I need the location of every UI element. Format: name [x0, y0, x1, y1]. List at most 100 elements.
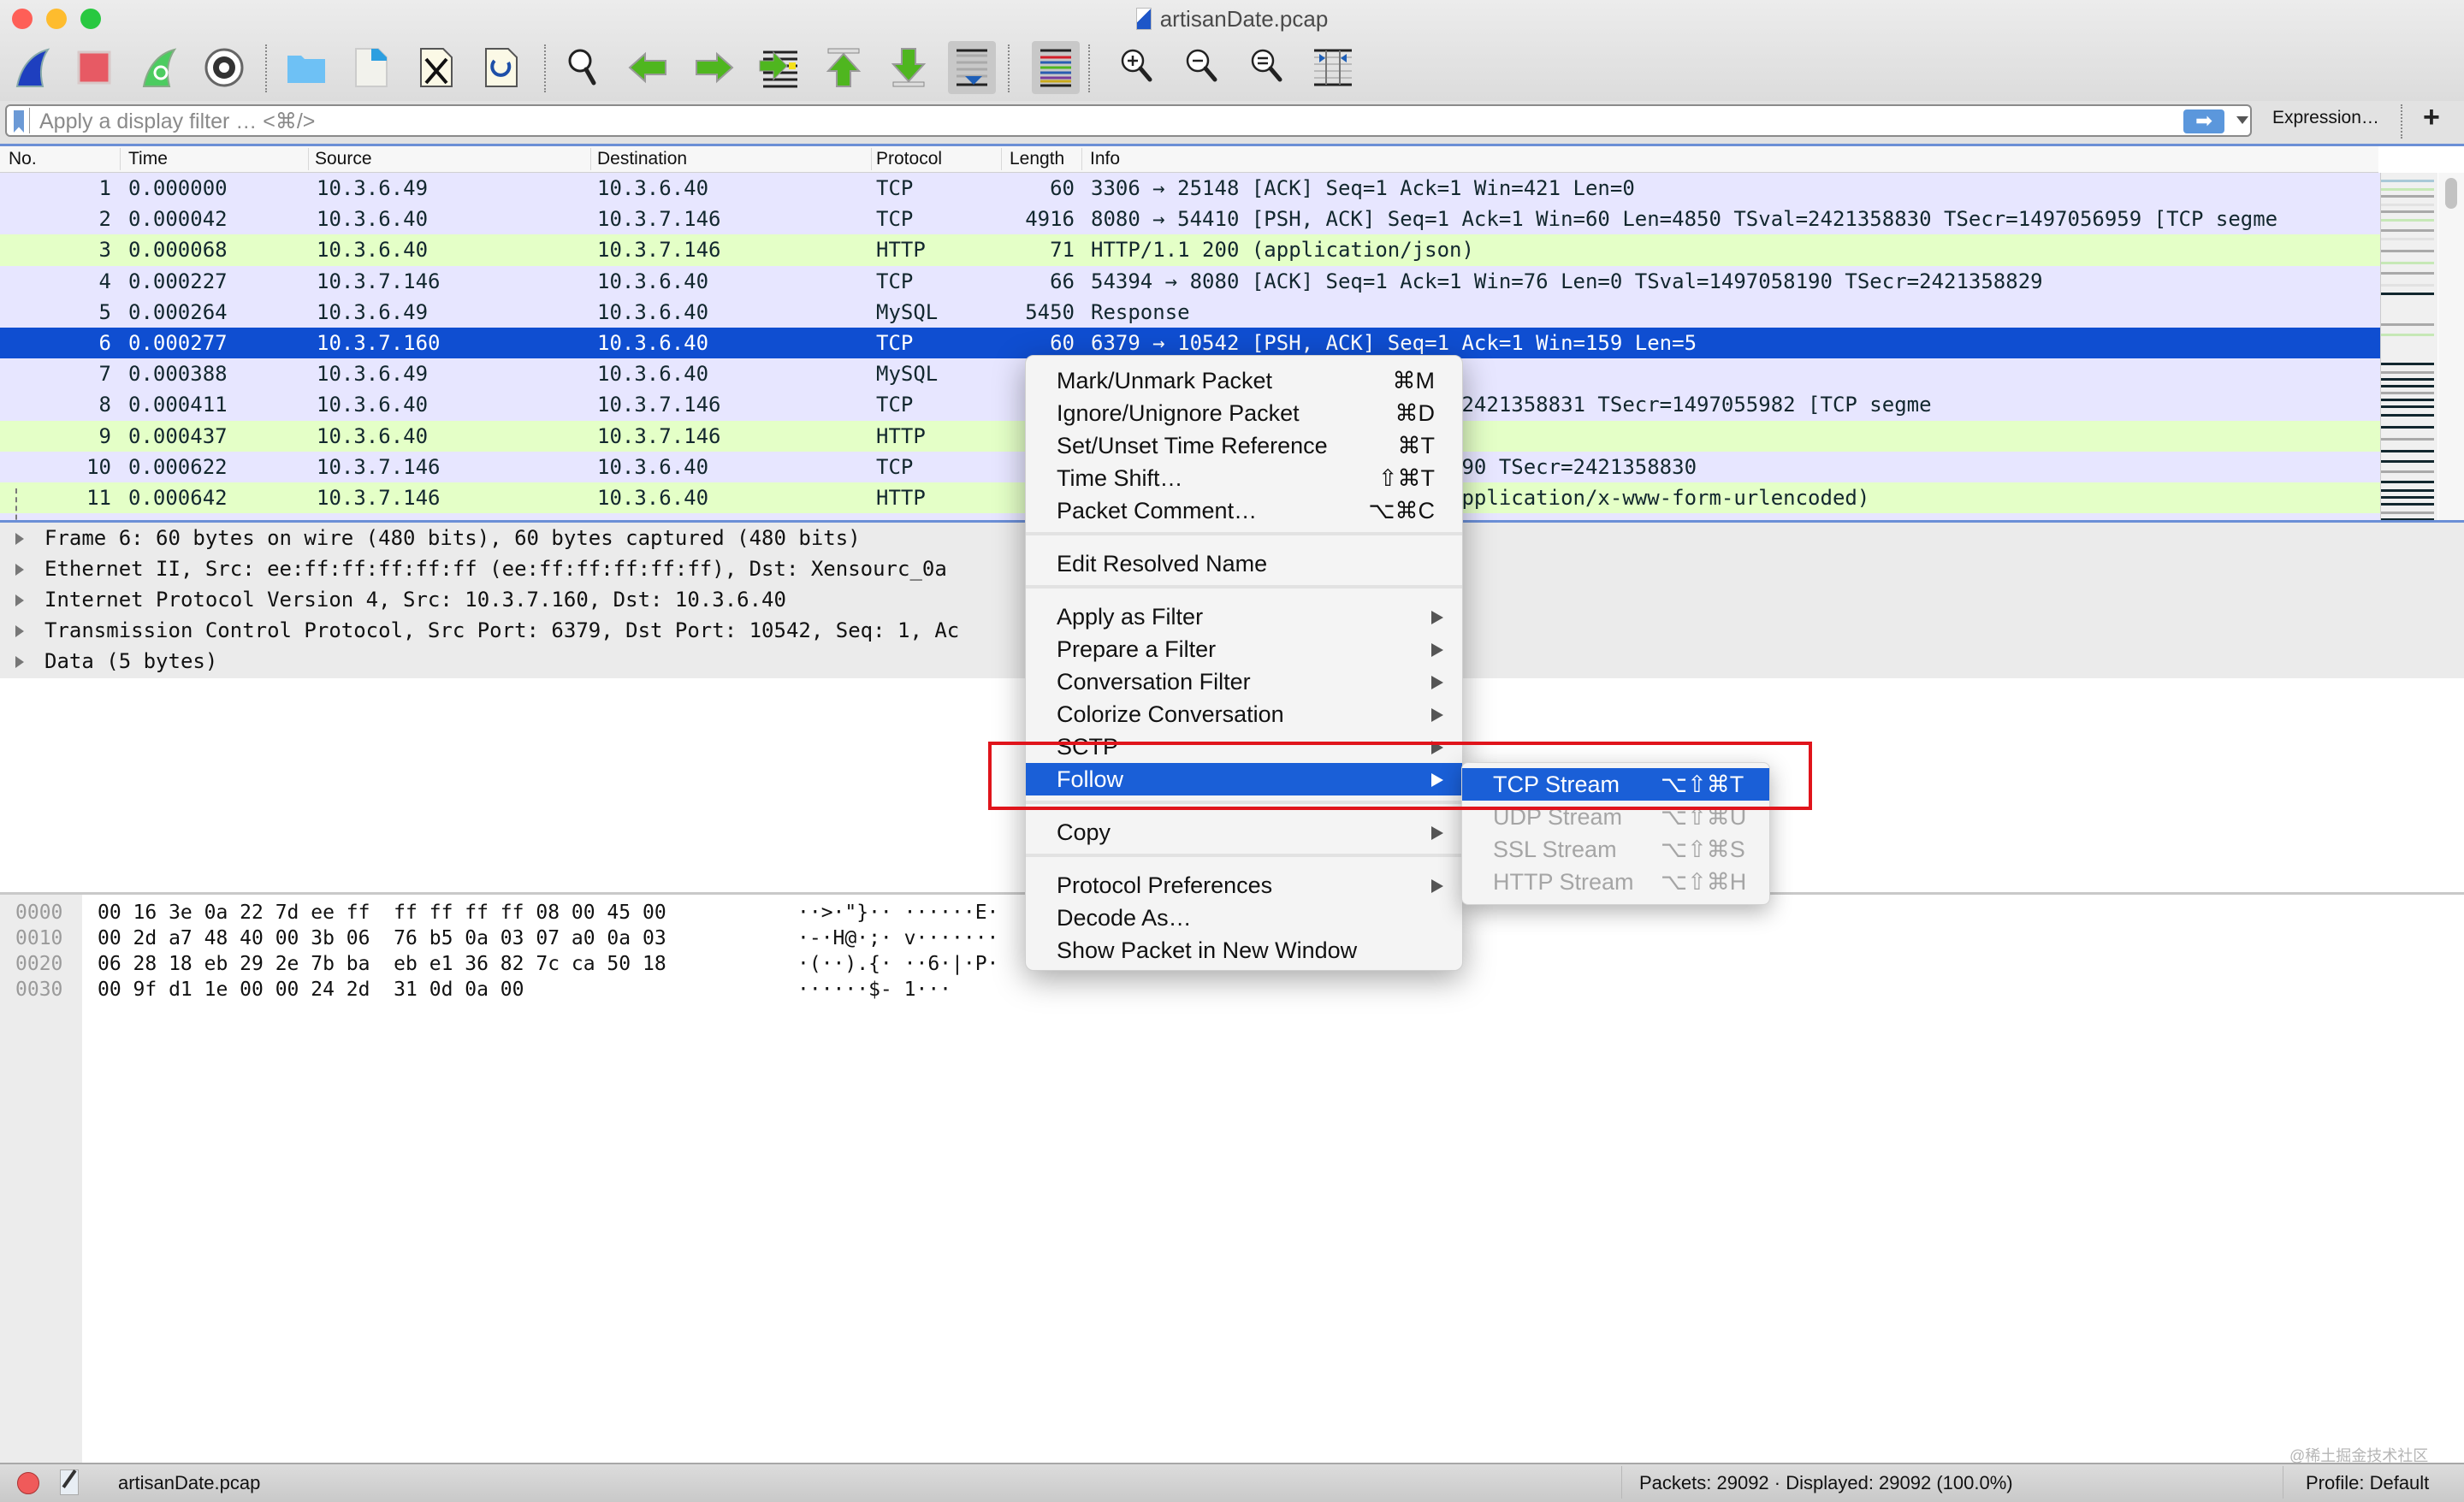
cell-no: 5 — [98, 299, 111, 324]
start-capture-button[interactable] — [9, 41, 56, 94]
menu-item-prepare-a-filter[interactable]: Prepare a Filter — [1026, 633, 1462, 665]
reload-file-button[interactable] — [477, 41, 525, 94]
packet-count: Packets: 29092 · Displayed: 29092 (100.0… — [1639, 1472, 2013, 1493]
packet-minimap[interactable] — [2380, 173, 2437, 523]
cell-src: 10.3.7.146 — [317, 269, 441, 293]
menu-item-edit-resolved-name[interactable]: Edit Resolved Name — [1026, 547, 1462, 580]
menu-item-label: Conversation Filter — [1057, 669, 1251, 695]
cell-dst: 10.3.6.40 — [597, 454, 709, 479]
menu-item-protocol-preferences[interactable]: Protocol Preferences — [1026, 869, 1462, 902]
expand-triangle-icon[interactable] — [15, 594, 24, 606]
hex-offset: 0020 — [15, 953, 63, 975]
column-header-info[interactable]: Info — [1090, 149, 1120, 169]
packet-row[interactable]: 2 0.000042 10.3.6.40 10.3.7.146 TCP 4916 8080 … — [0, 204, 2380, 235]
colorize-button[interactable] — [1032, 41, 1080, 94]
minimap-stripe — [2381, 363, 2434, 365]
cell-src: 10.3.6.49 — [317, 176, 429, 200]
expand-triangle-icon[interactable] — [15, 533, 24, 545]
bookmark-icon[interactable] — [14, 110, 24, 133]
save-file-button[interactable] — [347, 41, 395, 94]
minimap-stripe — [2381, 460, 2434, 463]
hex-ascii: ··>·"}·· ······E· — [797, 902, 999, 924]
packet-row-selected[interactable]: 6 0.000277 10.3.7.160 10.3.6.40 TCP 60 6379 → … — [0, 327, 2380, 359]
cell-len: 5450 — [1025, 299, 1075, 324]
minimap-stripe — [2381, 334, 2434, 336]
zoom-normal-button[interactable] — [1244, 41, 1292, 94]
go-last-button[interactable] — [885, 41, 933, 94]
minimap-stripe — [2381, 426, 2434, 429]
filter-history-dropdown-icon[interactable] — [2236, 116, 2248, 124]
go-back-button[interactable] — [625, 41, 672, 94]
menu-item-copy[interactable]: Copy — [1026, 816, 1462, 849]
packet-row[interactable]: 3 0.000068 10.3.6.40 10.3.7.146 HTTP 71 HTTP/1… — [0, 234, 2380, 266]
zoom-out-button[interactable] — [1179, 41, 1227, 94]
scrollbar-thumb[interactable] — [2445, 178, 2457, 209]
display-filter-input[interactable] — [38, 108, 2163, 135]
submenu-item-label: SSL Stream — [1493, 837, 1617, 862]
menu-item-packet-comment[interactable]: Packet Comment… ⌥⌘C — [1026, 494, 1462, 527]
menu-item-set-unset-time-reference[interactable]: Set/Unset Time Reference ⌘T — [1026, 429, 1462, 462]
expand-triangle-icon[interactable] — [15, 564, 24, 576]
packet-row[interactable]: 5 0.000264 10.3.6.49 10.3.6.40 MySQL 5450 Resp… — [0, 296, 2380, 328]
cell-no: 6 — [98, 330, 111, 355]
column-header-time[interactable]: Time — [128, 149, 168, 169]
profile-label[interactable]: Profile: Default — [2306, 1472, 2429, 1494]
cell-len: 4916 — [1025, 207, 1075, 232]
column-header-no[interactable]: No. — [9, 149, 37, 169]
column-header-source[interactable]: Source — [315, 149, 372, 169]
expand-triangle-icon[interactable] — [15, 656, 24, 668]
cell-len: 66 — [1050, 269, 1075, 293]
add-filter-button[interactable]: + — [2423, 101, 2440, 134]
go-to-packet-button[interactable] — [755, 41, 803, 94]
display-filter-field[interactable]: ➡ — [5, 104, 2252, 137]
menu-item-show-packet-in-new-window[interactable]: Show Packet in New Window — [1026, 934, 1462, 967]
expert-info-icon[interactable] — [17, 1472, 39, 1494]
find-packet-button[interactable] — [560, 41, 607, 94]
apply-filter-button[interactable]: ➡ — [2183, 109, 2224, 133]
minimap-stripe — [2381, 284, 2434, 287]
packet-row[interactable]: 4 0.000227 10.3.7.146 10.3.6.40 TCP 66 54394 →… — [0, 265, 2380, 297]
resize-columns-button[interactable] — [1309, 41, 1357, 94]
minimap-stripe — [2381, 195, 2434, 198]
detail-text: Ethernet II, Src: ee:ff:ff:ff:ff:ff (ee:… — [44, 557, 947, 581]
file-binary-icon — [355, 48, 388, 87]
go-forward-button[interactable] — [690, 41, 737, 94]
menu-item-shortcut: ⌘M — [1392, 368, 1436, 393]
packet-list-scrollbar[interactable] — [2438, 173, 2464, 523]
close-file-button[interactable] — [412, 41, 460, 94]
cell-dst: 10.3.6.40 — [597, 269, 709, 293]
autoscroll-button[interactable] — [948, 41, 996, 94]
restart-capture-button[interactable] — [135, 41, 183, 94]
cell-len: 71 — [1050, 238, 1075, 263]
column-header-destination[interactable]: Destination — [597, 149, 687, 169]
cell-no: 1 — [98, 176, 111, 200]
go-first-button[interactable] — [820, 41, 868, 94]
capture-comment-icon[interactable] — [60, 1469, 79, 1495]
column-header-protocol[interactable]: Protocol — [876, 149, 942, 169]
menu-item-decode-as[interactable]: Decode As… — [1026, 902, 1462, 934]
stop-capture-button[interactable] — [70, 41, 118, 94]
menu-item-time-shift[interactable]: Time Shift… ⇧⌘T — [1026, 462, 1462, 494]
open-file-button[interactable] — [282, 41, 330, 94]
expression-button[interactable]: Expression… — [2272, 108, 2379, 128]
title-toolbar-area: artisanDate.pcap — [0, 0, 2464, 101]
autoscroll-icon — [957, 49, 987, 86]
submenu-arrow-icon — [1431, 879, 1443, 893]
zoom-in-button[interactable] — [1114, 41, 1162, 94]
expand-triangle-icon[interactable] — [15, 625, 24, 637]
menu-item-colorize-conversation[interactable]: Colorize Conversation — [1026, 698, 1462, 730]
column-header-length[interactable]: Length — [1010, 149, 1064, 169]
hex-bytes: 06 28 18 eb 29 2e 7b ba eb e1 36 82 7c c… — [98, 953, 666, 975]
menu-item-apply-as-filter[interactable]: Apply as Filter — [1026, 600, 1462, 633]
cell-info: HTTP/1.1 200 (application/json) — [1091, 238, 1474, 263]
menu-item-mark-unmark-packet[interactable]: Mark/Unmark Packet ⌘M — [1026, 364, 1462, 397]
cell-time: 0.000388 — [128, 362, 228, 387]
menu-item-ignore-unignore-packet[interactable]: Ignore/Unignore Packet ⌘D — [1026, 397, 1462, 429]
packet-row[interactable]: 1 0.000000 10.3.6.49 10.3.6.40 TCP 60 3306 → 2… — [0, 173, 2380, 204]
capture-options-button[interactable] — [200, 41, 248, 94]
menu-item-label: Decode As… — [1057, 905, 1192, 931]
menu-item-conversation-filter[interactable]: Conversation Filter — [1026, 665, 1462, 698]
menu-item-label: Prepare a Filter — [1057, 636, 1217, 662]
zoom-in-icon — [1121, 49, 1152, 82]
cell-dst: 10.3.7.146 — [597, 207, 721, 232]
